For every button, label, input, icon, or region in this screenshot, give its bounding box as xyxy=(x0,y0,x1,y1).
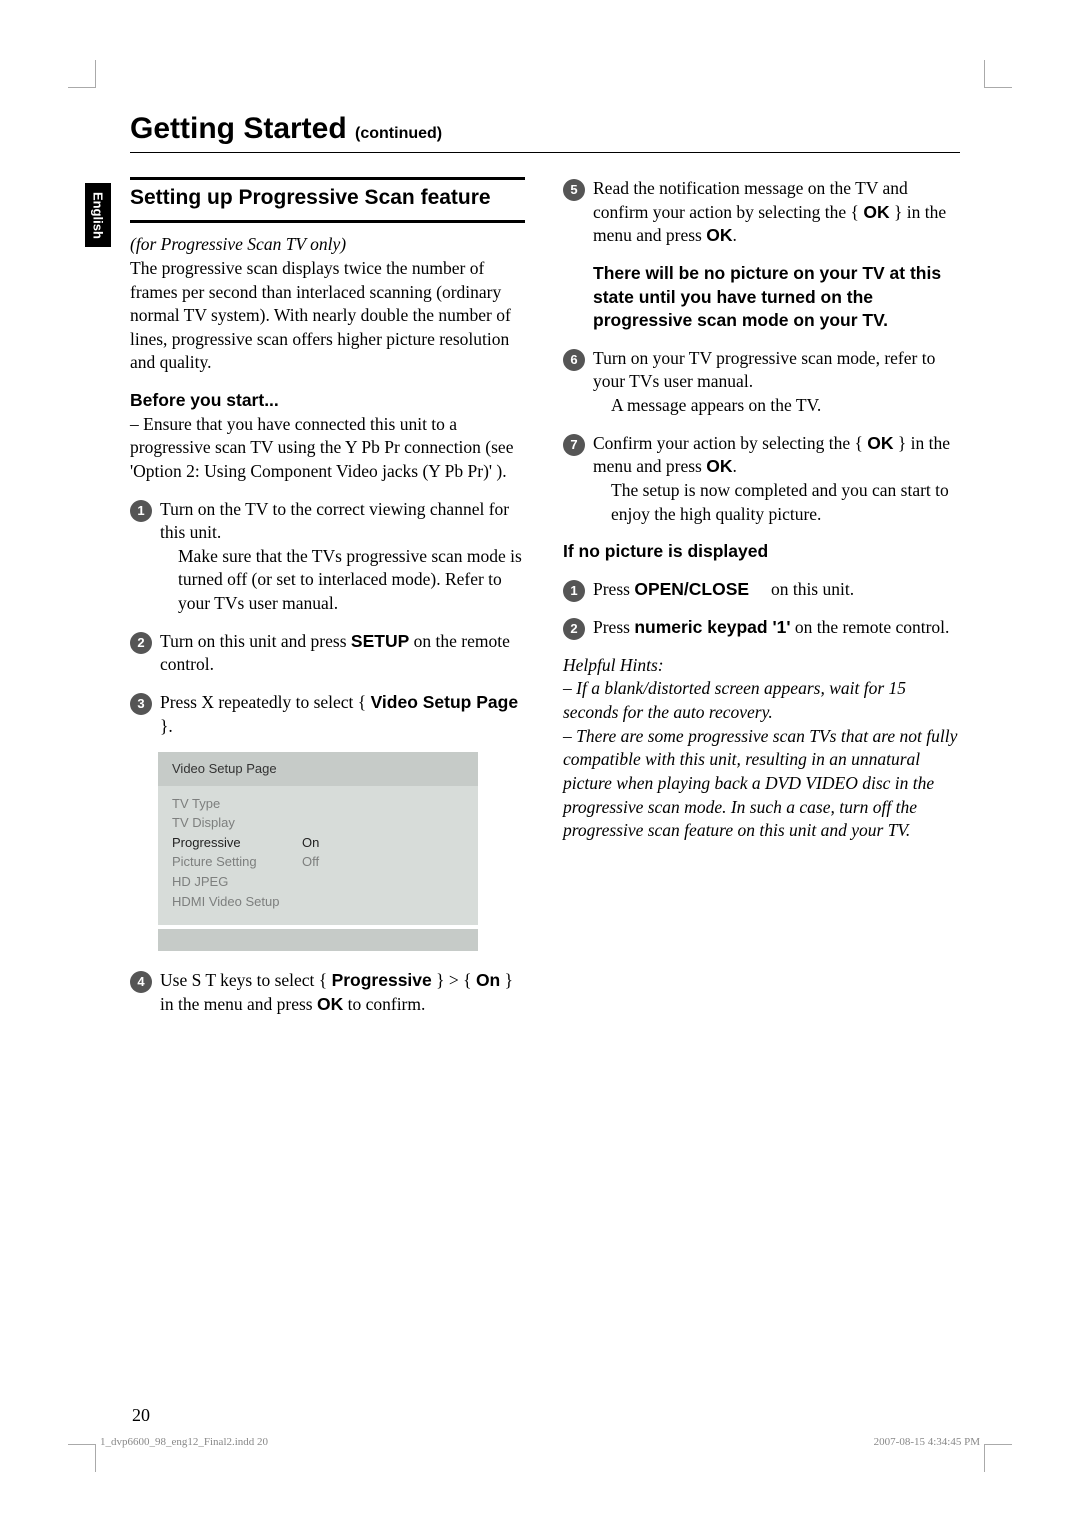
before-body: – Ensure that you have connected this un… xyxy=(130,414,513,481)
crop-mark-tl xyxy=(68,60,96,88)
language-tab: English xyxy=(85,183,111,247)
footer-filename: 1_dvp6600_98_eng12_Final2.indd 20 xyxy=(100,1436,268,1448)
step-bold: OK xyxy=(706,456,732,476)
step-badge: 6 xyxy=(563,349,585,371)
step-text: Use S T keys to select { xyxy=(160,970,332,990)
step-3: 3 Press X repeatedly to select { Video S… xyxy=(130,691,525,738)
step-badge: 2 xyxy=(130,632,152,654)
footer-timestamp: 2007-08-15 4:34:45 PM xyxy=(874,1436,980,1448)
right-column: 5 Read the notification message on the T… xyxy=(563,177,958,1030)
menu-row: HD JPEG xyxy=(172,872,464,892)
intro-body: The progressive scan displays twice the … xyxy=(130,258,511,373)
step-7: 7 Confirm your action by selecting the {… xyxy=(563,432,958,527)
intro-qualifier: (for Progressive Scan TV only) xyxy=(130,234,346,254)
step-text: Turn on this unit and press xyxy=(160,631,351,651)
menu-row: TV Type xyxy=(172,794,464,814)
step-badge: 4 xyxy=(130,971,152,993)
step-badge: 7 xyxy=(563,434,585,456)
step-bold: SETUP xyxy=(351,631,409,651)
step-text: Turn on the TV to the correct viewing ch… xyxy=(160,499,509,543)
video-setup-menu: Video Setup Page TV Type TV Display Prog… xyxy=(158,752,478,925)
step-text: }. xyxy=(160,716,173,736)
crop-mark-tr xyxy=(984,60,1012,88)
step-text: Confirm your action by selecting the { xyxy=(593,433,867,453)
step-bold: OK xyxy=(317,994,343,1014)
menu-footer-bar xyxy=(158,929,478,951)
step-bold: OK xyxy=(867,433,893,453)
step-sub: Make sure that the TVs progressive scan … xyxy=(160,545,525,616)
language-tab-label: English xyxy=(91,192,106,239)
step-text: Read the notification message on the TV … xyxy=(593,178,908,222)
no-picture-heading: If no picture is displayed xyxy=(563,540,958,564)
page-number: 20 xyxy=(132,1405,150,1426)
hint-2: – There are some progressive scan TVs th… xyxy=(563,725,958,843)
section-title: Setting up Progressive Scan feature xyxy=(130,182,525,214)
step-badge: 1 xyxy=(130,500,152,522)
page-title-continued: (continued) xyxy=(355,125,442,142)
menu-row: Picture SettingOff xyxy=(172,852,464,872)
menu-body: TV Type TV Display ProgressiveOn Picture… xyxy=(158,786,478,925)
step-bold: numeric keypad '1' xyxy=(634,617,790,637)
step-4: 4 Use S T keys to select { Progressive }… xyxy=(130,969,525,1016)
step-6: 6 Turn on your TV progressive scan mode,… xyxy=(563,347,958,418)
step-text: on this unit. xyxy=(767,579,855,599)
step-bold: OK xyxy=(863,202,889,222)
crop-mark-br xyxy=(984,1444,1012,1472)
step-text: } > { xyxy=(432,970,476,990)
step-bold: Progressive xyxy=(332,970,432,990)
step-2: 2 Turn on this unit and press SETUP on t… xyxy=(130,630,525,677)
left-column: Setting up Progressive Scan feature (for… xyxy=(130,177,525,1030)
page-title: Getting Started (continued) xyxy=(130,112,960,153)
step-sub: The setup is now completed and you can s… xyxy=(593,479,958,526)
step-badge: 5 xyxy=(563,179,585,201)
step-bold: Video Setup Page xyxy=(371,692,519,712)
step-text: Press xyxy=(593,617,634,637)
step-text: on the remote control. xyxy=(791,617,950,637)
step-text: to confirm. xyxy=(343,994,425,1014)
menu-row-selected: ProgressiveOn xyxy=(172,833,464,853)
step-text: . xyxy=(733,456,737,476)
menu-header: Video Setup Page xyxy=(158,752,478,786)
menu-row: TV Display xyxy=(172,813,464,833)
step-text: Press X repeatedly to select { xyxy=(160,692,371,712)
step-badge: 3 xyxy=(130,693,152,715)
crop-mark-bl xyxy=(68,1444,96,1472)
step-bold: OPEN/CLOSE xyxy=(634,579,749,599)
step-sub: A message appears on the TV. xyxy=(593,394,958,418)
step-text: . xyxy=(733,225,737,245)
nopic-step-1: 1 Press OPEN/CLOSE on this unit. xyxy=(563,578,958,602)
hint-1: – If a blank/distorted screen appears, w… xyxy=(563,677,958,724)
step-5: 5 Read the notification message on the T… xyxy=(563,177,958,248)
nopic-step-2: 2 Press numeric keypad '1' on the remote… xyxy=(563,616,958,640)
page-title-main: Getting Started xyxy=(130,112,347,145)
step-bold: OK xyxy=(706,225,732,245)
step-bold: On xyxy=(476,970,500,990)
menu-row: HDMI Video Setup xyxy=(172,892,464,912)
step-text: Turn on your TV progressive scan mode, r… xyxy=(593,348,935,392)
step-badge: 1 xyxy=(563,580,585,602)
footer: 1_dvp6600_98_eng12_Final2.indd 20 2007-0… xyxy=(100,1436,980,1448)
step-badge: 2 xyxy=(563,618,585,640)
before-heading: Before you start... xyxy=(130,390,279,410)
step-text: Press xyxy=(593,579,634,599)
step-1: 1 Turn on the TV to the correct viewing … xyxy=(130,498,525,616)
page-content: Getting Started (continued) Setting up P… xyxy=(130,112,960,1030)
warning-text: There will be no picture on your TV at t… xyxy=(563,262,958,333)
hints-heading: Helpful Hints: xyxy=(563,654,958,678)
